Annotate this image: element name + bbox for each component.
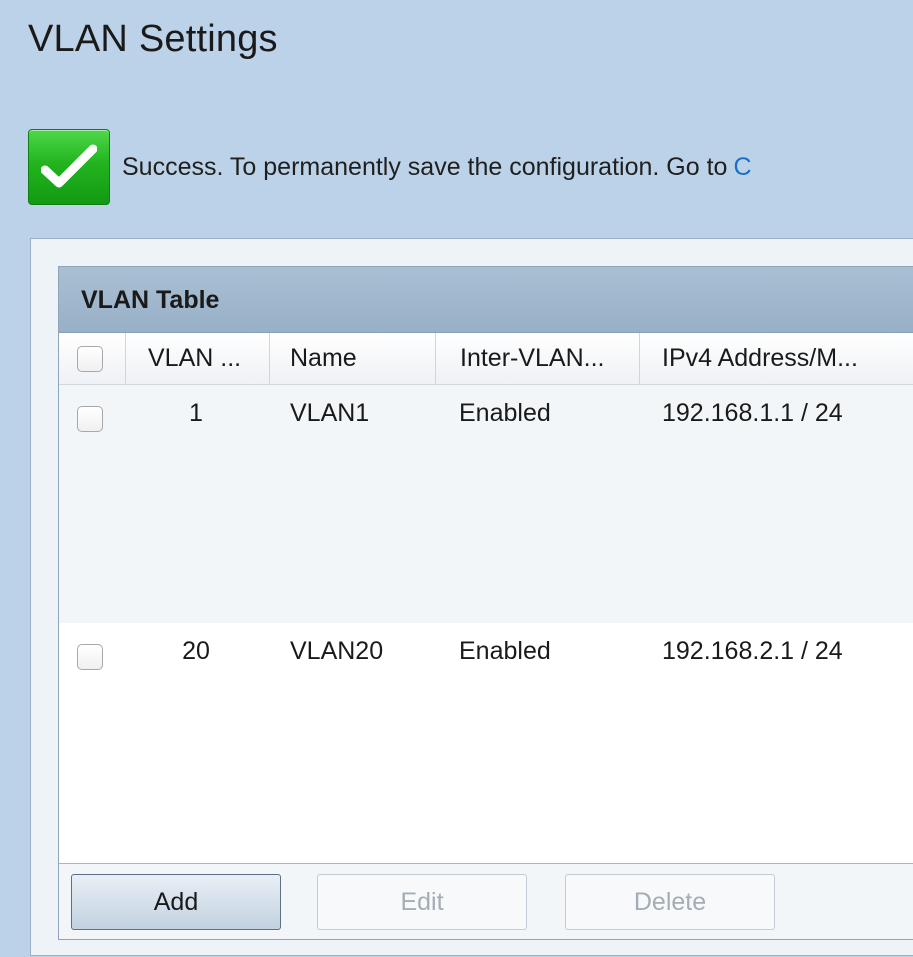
success-text: Success. To permanently save the configu… <box>122 153 752 182</box>
cell-vlan-name: VLAN20 <box>290 636 384 665</box>
success-message-text: Success. To permanently save the configu… <box>122 152 728 181</box>
column-header-vlan-id[interactable]: VLAN ... <box>125 333 267 384</box>
cell-inter-vlan: Enabled <box>459 398 551 427</box>
column-header-name[interactable]: Name <box>269 333 435 384</box>
cell-vlan-name: VLAN1 <box>290 398 370 427</box>
select-all-checkbox[interactable] <box>77 345 103 372</box>
row-checkbox[interactable] <box>77 644 103 670</box>
row-checkbox-cell <box>77 629 117 685</box>
column-header-ipv4-address[interactable]: IPv4 Address/M... <box>639 333 913 384</box>
table-header-row: VLAN ... Name Inter-VLAN... IPv4 Address… <box>59 333 913 385</box>
cell-ipv4-address: 192.168.1.1 / 24 <box>662 398 843 427</box>
success-message: Success. To permanently save the configu… <box>28 128 752 206</box>
row-checkbox[interactable] <box>77 406 103 432</box>
table-row[interactable]: 1 VLAN1 Enabled 192.168.1.1 / 24 <box>59 385 913 623</box>
vlan-table: VLAN Table VLAN ... Name Inter-VLAN... I… <box>58 266 913 940</box>
vlan-table-title: VLAN Table <box>59 267 913 333</box>
header-select-all-cell <box>77 333 117 384</box>
cell-vlan-id: 1 <box>189 398 203 427</box>
cell-ipv4-address: 192.168.2.1 / 24 <box>662 636 843 665</box>
cell-vlan-id: 20 <box>182 636 210 665</box>
checkmark-icon <box>28 129 110 205</box>
table-footer: Add Edit Delete <box>59 863 913 939</box>
save-configuration-link[interactable]: C <box>733 153 751 181</box>
page-title: VLAN Settings <box>28 18 278 60</box>
row-checkbox-cell <box>77 391 117 447</box>
cell-inter-vlan: Enabled <box>459 636 551 665</box>
delete-button: Delete <box>565 874 775 930</box>
column-header-inter-vlan[interactable]: Inter-VLAN... <box>435 333 639 384</box>
add-button[interactable]: Add <box>71 874 281 930</box>
table-row[interactable]: 20 VLAN20 Enabled 192.168.2.1 / 24 <box>59 623 913 861</box>
edit-button: Edit <box>317 874 527 930</box>
